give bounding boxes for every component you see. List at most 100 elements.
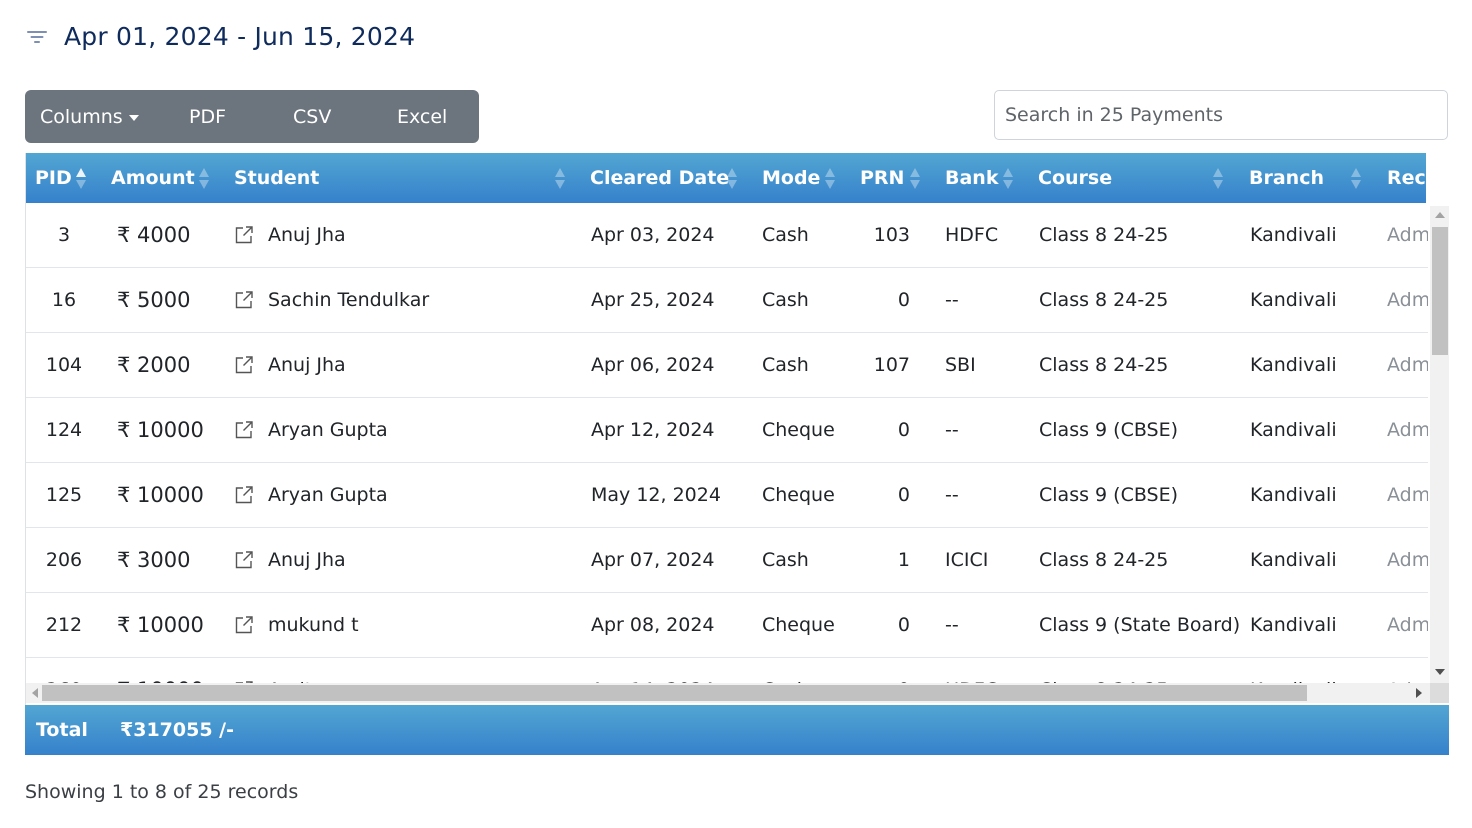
table-body: 3 ₹ 4000 Anuj Jha Apr 03, 2024 Cash 103 HDFC Cl…	[26, 203, 1428, 683]
external-link-icon[interactable]	[234, 225, 254, 245]
scroll-left-icon[interactable]	[32, 688, 38, 698]
total-value: ₹317055 /-	[120, 719, 234, 741]
column-header-branch[interactable]: Branch	[1249, 153, 1324, 203]
cell-bank: --	[945, 419, 959, 441]
table-footer-total: Total ₹317055 /-	[25, 705, 1449, 755]
column-label: Branch	[1249, 167, 1324, 189]
horizontal-scroll-thumb[interactable]	[42, 685, 1307, 701]
cell-pid: 3	[57, 224, 71, 246]
column-header-prn[interactable]: PRN	[860, 153, 904, 203]
sort-icon[interactable]	[76, 168, 86, 190]
column-label: Student	[234, 167, 320, 189]
cell-bank: --	[945, 614, 959, 636]
external-link-icon[interactable]	[234, 485, 254, 505]
cell-prn: 107	[873, 354, 910, 376]
cell-pid: 104	[45, 354, 83, 376]
table-row[interactable]: 3 ₹ 4000 Anuj Jha Apr 03, 2024 Cash 103 HDFC Cl…	[26, 203, 1428, 268]
column-header-receipt[interactable]: Rece	[1387, 153, 1426, 203]
columns-button[interactable]: Columns	[40, 106, 139, 128]
sort-icon[interactable]	[1351, 168, 1361, 190]
cell-receipt: Adm	[1387, 289, 1428, 311]
table-row[interactable]: 206 ₹ 3000 Anuj Jha Apr 07, 2024 Cash 1 ICICI C…	[26, 528, 1428, 593]
cell-bank: --	[945, 289, 959, 311]
sort-icon[interactable]	[910, 168, 920, 190]
cell-pid: 16	[51, 289, 77, 311]
vertical-scroll-thumb[interactable]	[1432, 227, 1448, 355]
external-link-icon[interactable]	[234, 615, 254, 635]
column-label: Mode	[762, 167, 821, 189]
cell-student: Anuj Jha	[234, 333, 346, 397]
sort-icon[interactable]	[199, 168, 209, 190]
column-header-bank[interactable]: Bank	[945, 153, 998, 203]
cell-cleared-date: Apr 03, 2024	[591, 224, 715, 246]
sort-icon[interactable]	[727, 168, 737, 190]
cell-amount: ₹ 5000	[117, 288, 191, 312]
cell-receipt: Adm	[1387, 419, 1428, 441]
column-header-amount[interactable]: Amount	[111, 153, 195, 203]
cell-student: Anuj Jha	[234, 203, 346, 267]
column-header-pid[interactable]: PID	[35, 153, 72, 203]
date-range-title[interactable]: Apr 01, 2024 - Jun 15, 2024	[64, 22, 415, 51]
scroll-up-icon[interactable]	[1435, 212, 1445, 218]
sort-icon[interactable]	[555, 168, 565, 190]
sort-icon[interactable]	[825, 168, 835, 190]
column-label: Rece	[1387, 167, 1426, 189]
column-header-course[interactable]: Course	[1038, 153, 1112, 203]
cell-cleared-date: May 12, 2024	[591, 484, 721, 506]
cell-branch: Kandivali	[1250, 549, 1337, 571]
scroll-down-icon[interactable]	[1435, 669, 1445, 675]
cell-student: mukund t	[234, 593, 359, 657]
page-header: Apr 01, 2024 - Jun 15, 2024	[26, 22, 415, 51]
column-label: Amount	[111, 167, 195, 189]
cell-course: Class 9 (CBSE)	[1039, 419, 1179, 441]
cell-mode: Cash	[762, 289, 809, 311]
student-name: Amit	[268, 658, 312, 683]
table-row[interactable]: 260 ₹ 10000 Amit Apr 14, 2024 Cash 0 HDFC Class…	[26, 658, 1428, 683]
table-row[interactable]: 124 ₹ 10000 Aryan Gupta Apr 12, 2024 Cheque 0…	[26, 398, 1428, 463]
cell-amount: ₹ 3000	[117, 548, 191, 572]
excel-button[interactable]: Excel	[397, 106, 447, 128]
vertical-scrollbar[interactable]	[1430, 206, 1449, 683]
pdf-button[interactable]: PDF	[189, 106, 226, 128]
search-input[interactable]	[994, 90, 1448, 140]
student-name: Anuj Jha	[268, 549, 346, 571]
column-header-cleared-date[interactable]: Cleared Date	[590, 153, 729, 203]
column-header-student[interactable]: Student	[234, 153, 319, 203]
student-name: Anuj Jha	[268, 354, 346, 376]
cell-receipt: Adm	[1387, 354, 1428, 376]
horizontal-scrollbar[interactable]	[26, 683, 1430, 703]
external-link-icon[interactable]	[234, 420, 254, 440]
columns-button-label: Columns	[40, 105, 123, 128]
cell-mode: Cash	[762, 658, 809, 683]
table-row[interactable]: 16 ₹ 5000 Sachin Tendulkar Apr 25, 2024 Cash…	[26, 268, 1428, 333]
cell-mode: Cash	[762, 224, 809, 246]
cell-branch: Kandivali	[1250, 419, 1337, 441]
table-row[interactable]: 104 ₹ 2000 Anuj Jha Apr 06, 2024 Cash 107 SBI C…	[26, 333, 1428, 398]
sort-icon[interactable]	[1213, 168, 1223, 190]
cell-mode: Cash	[762, 549, 809, 571]
column-label: PID	[35, 167, 72, 189]
table-header: PID Amount Student Cleared Date Mode PRN…	[26, 153, 1426, 203]
scroll-right-icon[interactable]	[1416, 688, 1422, 698]
cell-prn: 0	[897, 614, 910, 636]
cell-amount: ₹ 4000	[117, 223, 191, 247]
cell-pid: 124	[45, 419, 83, 441]
cell-cleared-date: Apr 06, 2024	[591, 354, 715, 376]
table-row[interactable]: 125 ₹ 10000 Aryan Gupta May 12, 2024 Cheque 0…	[26, 463, 1428, 528]
cell-branch: Kandivali	[1250, 354, 1337, 376]
cell-receipt: Adm	[1387, 224, 1428, 246]
external-link-icon[interactable]	[234, 355, 254, 375]
filter-icon[interactable]	[26, 27, 48, 47]
external-link-icon[interactable]	[234, 290, 254, 310]
student-name: Aryan Gupta	[268, 419, 388, 441]
caret-down-icon	[128, 114, 139, 121]
csv-button[interactable]: CSV	[293, 106, 331, 128]
cell-mode: Cash	[762, 354, 809, 376]
student-name: Anuj Jha	[268, 224, 346, 246]
scroll-corner	[1430, 683, 1449, 703]
column-header-mode[interactable]: Mode	[762, 153, 820, 203]
external-link-icon[interactable]	[234, 550, 254, 570]
sort-icon[interactable]	[1003, 168, 1013, 190]
table-row[interactable]: 212 ₹ 10000 mukund t Apr 08, 2024 Cheque 0 -- C…	[26, 593, 1428, 658]
cell-cleared-date: Apr 12, 2024	[591, 419, 715, 441]
